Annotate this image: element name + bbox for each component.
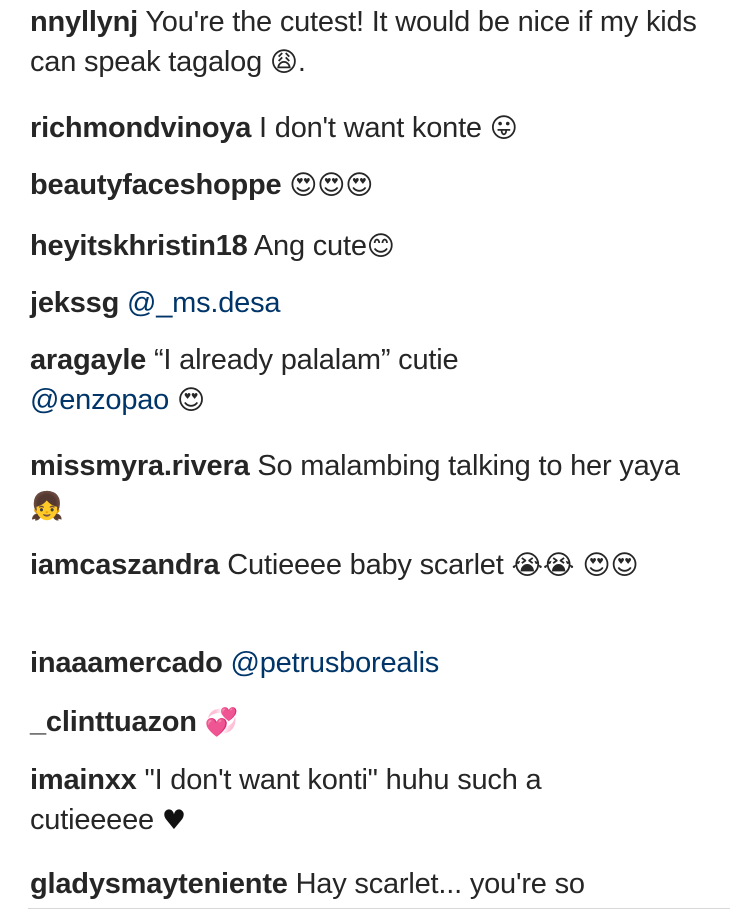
comment-text: Ang cute bbox=[253, 230, 367, 262]
comment-mention[interactable]: @enzopao bbox=[30, 384, 169, 416]
comment-username[interactable]: iamcaszandra bbox=[30, 549, 220, 581]
comment-text: “I already palalam” cutie bbox=[153, 344, 459, 376]
black-heart-icon: ♥ bbox=[161, 805, 186, 836]
comment-username[interactable]: beautyfaceshoppe bbox=[30, 169, 282, 201]
comment: _clinttuazon 💞 bbox=[30, 702, 238, 743]
comment: heyitskhristin18 Ang cute😊 bbox=[30, 226, 395, 267]
comment: beautyfaceshoppe 😍😍😍 bbox=[30, 165, 373, 206]
comment: inaaamercado @petrusborealis bbox=[30, 643, 439, 683]
comment-username[interactable]: inaaamercado bbox=[30, 647, 223, 679]
comment: imainxx "I don't want konti" huhu such a… bbox=[30, 760, 670, 841]
comment: jekssg @_ms.desa bbox=[30, 283, 281, 323]
comment-text: Hay scarlet... you're so bbox=[295, 868, 585, 900]
comment: richmondvinoya I don't want konte 😛 bbox=[30, 108, 518, 149]
comment-username[interactable]: jekssg bbox=[30, 287, 119, 319]
comment-text-tail: . bbox=[297, 46, 306, 78]
heart-eyes-emoji-icon: 😍 bbox=[176, 385, 205, 416]
heart-eyes-emoji-icon: 😍😍😍 bbox=[289, 170, 374, 201]
comment: iamcaszandra Cutieeee baby scarlet 😭😭 😍😍 bbox=[30, 545, 690, 586]
comment-username[interactable]: nnyllynj bbox=[30, 6, 138, 38]
crying-and-heart-eyes-emoji-icon: 😭😭 😍😍 bbox=[511, 550, 639, 581]
comment-username[interactable]: imainxx bbox=[30, 764, 137, 796]
two-hearts-emoji-icon: 💞 bbox=[204, 707, 239, 738]
comment-mention[interactable]: @_ms.desa bbox=[127, 287, 281, 319]
comment-mention[interactable]: @petrusborealis bbox=[231, 647, 440, 679]
comment-text: So malambing talking to her yaya bbox=[257, 450, 680, 482]
divider bbox=[28, 908, 730, 909]
comment: missmyra.rivera So malambing talking to … bbox=[30, 446, 680, 527]
weary-face-emoji-icon: 😩 bbox=[269, 47, 298, 78]
comment: gladysmayteniente Hay scarlet... you're … bbox=[30, 864, 730, 904]
tongue-face-emoji-icon: 😛 bbox=[489, 113, 518, 144]
comment-username[interactable]: gladysmayteniente bbox=[30, 868, 288, 900]
comment-text: Cutieeee baby scarlet bbox=[227, 549, 504, 581]
smiling-face-emoji-icon: 😊 bbox=[366, 231, 395, 262]
comment-username[interactable]: _clinttuazon bbox=[30, 706, 197, 738]
comment-username[interactable]: richmondvinoya bbox=[30, 112, 251, 144]
comment: nnyllynj You're the cutest! It would be … bbox=[30, 2, 730, 83]
comment: aragayle “I already palalam” cutie @enzo… bbox=[30, 340, 590, 421]
comment-text: I don't want konte bbox=[259, 112, 482, 144]
comment-username[interactable]: heyitskhristin18 bbox=[30, 230, 248, 262]
comment-username[interactable]: aragayle bbox=[30, 344, 146, 376]
girl-emoji-icon: 👧 bbox=[30, 491, 64, 522]
comment-username[interactable]: missmyra.rivera bbox=[30, 450, 250, 482]
